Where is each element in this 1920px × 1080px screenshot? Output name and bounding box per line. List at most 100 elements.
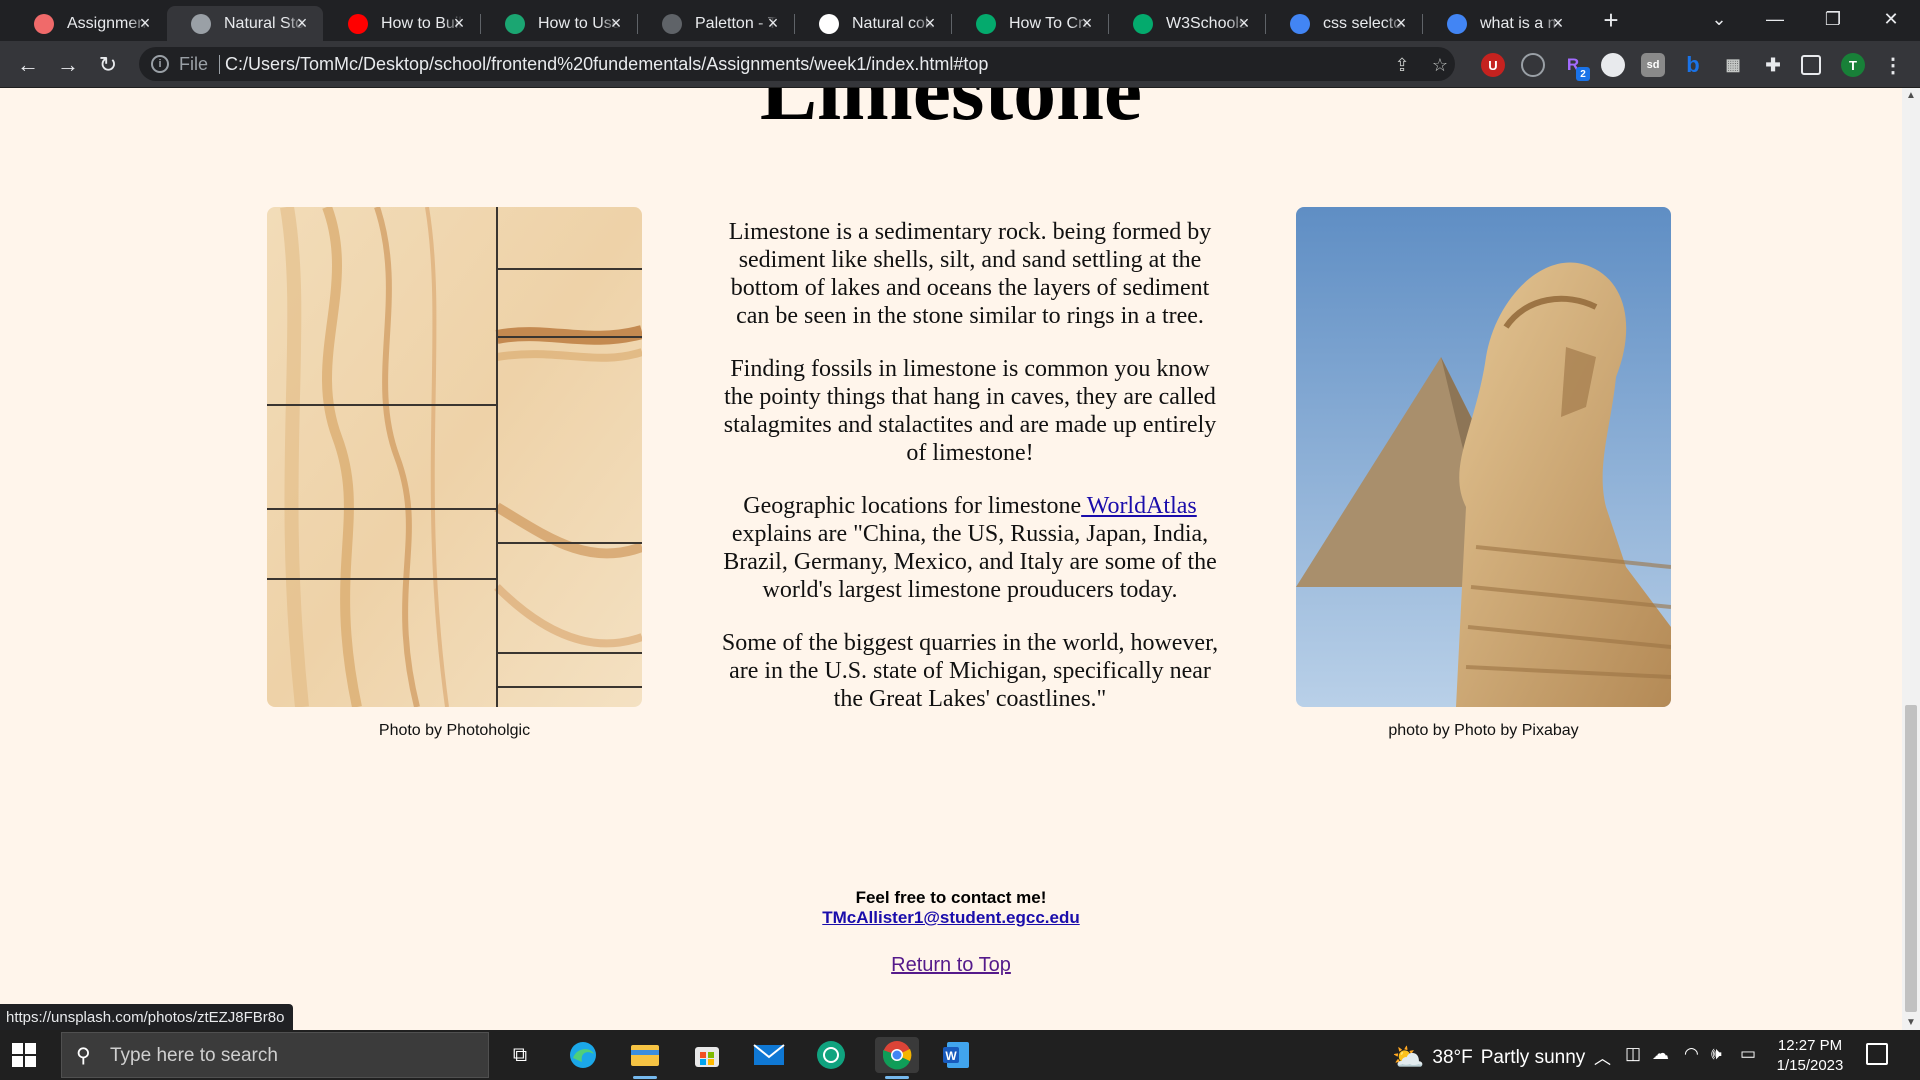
task-view-icon[interactable]: ⧉ — [502, 1037, 538, 1073]
close-tab-icon[interactable]: × — [1078, 14, 1096, 32]
clock-time: 12:27 PM — [1777, 1037, 1843, 1054]
tab-separator — [637, 14, 638, 34]
bing-icon[interactable]: b — [1681, 52, 1705, 77]
active-app-indicator — [633, 1076, 657, 1079]
omnibox-divider — [219, 55, 220, 74]
locations-text-before: Geographic locations for limestone — [743, 493, 1082, 519]
search-icon: ⚲ — [76, 1045, 91, 1067]
extension-badge: 2 — [1576, 67, 1590, 81]
browser-tab[interactable]: Natural Stone× — [167, 6, 323, 41]
extensions-puzzle-icon[interactable]: ✚ — [1761, 53, 1785, 77]
sd-extension-icon[interactable]: sd — [1641, 53, 1665, 77]
paragraph-fossils: Finding fossils in limestone is common y… — [723, 356, 1217, 466]
tab-groups-icon[interactable]: ▦ — [1721, 53, 1745, 77]
browser-tab[interactable]: Assignment × — [10, 6, 166, 41]
back-button[interactable]: ← — [14, 51, 42, 79]
close-tab-icon[interactable]: × — [1549, 14, 1567, 32]
volume-icon[interactable]: 🕪 — [1711, 1044, 1722, 1064]
battery-icon[interactable]: ▭ — [1740, 1044, 1756, 1064]
return-to-top: Return to Top — [0, 954, 1902, 977]
paragraph-formation: Limestone is a sedimentary rock. being f… — [728, 219, 1212, 329]
browser-tab[interactable]: what is a m × — [1423, 6, 1579, 41]
menu-kebab-icon[interactable]: ⋮ — [1881, 53, 1905, 77]
tab-separator — [951, 14, 952, 34]
weather-condition: Partly sunny — [1480, 1046, 1586, 1068]
close-tab-icon[interactable]: × — [921, 14, 939, 32]
minimize-button[interactable]: — — [1760, 6, 1790, 32]
mail-icon[interactable] — [751, 1037, 787, 1073]
arc-extension-icon[interactable] — [1521, 53, 1545, 77]
close-tab-icon[interactable]: × — [450, 14, 468, 32]
profile-avatar[interactable]: T — [1841, 53, 1865, 77]
restore-button[interactable]: ❐ — [1818, 6, 1848, 32]
share-icon[interactable]: ⇪ — [1391, 54, 1413, 76]
notification-center-icon[interactable] — [1866, 1043, 1888, 1065]
tab-separator — [1265, 14, 1266, 34]
file-explorer-icon[interactable] — [627, 1037, 663, 1079]
weather-widget[interactable]: ⛅ 38°F Partly sunny — [1392, 1042, 1585, 1073]
chatgpt-icon[interactable] — [813, 1037, 849, 1073]
reload-button[interactable]: ↻ — [94, 51, 122, 79]
page-scrollbar[interactable]: ▲ ▼ — [1902, 88, 1920, 1030]
contact-email: TMcAllister1@student.egcc.edu — [0, 908, 1902, 928]
tab-search-chevron-icon[interactable]: ⌄ — [1704, 6, 1734, 32]
return-to-top-link[interactable]: Return to Top — [891, 954, 1011, 976]
partly-sunny-icon: ⛅ — [1392, 1042, 1425, 1072]
youtube-icon — [348, 13, 368, 34]
browser-tab[interactable]: Natural colo × — [795, 6, 951, 41]
tab-separator — [794, 14, 795, 34]
onedrive-cloud-icon[interactable]: ☁ — [1652, 1044, 1669, 1064]
close-tab-icon[interactable]: × — [1392, 14, 1410, 32]
browser-tab[interactable]: How to Build × — [324, 6, 480, 41]
word-icon[interactable]: W — [938, 1037, 974, 1073]
tab-separator — [1108, 14, 1109, 34]
taskbar-search-box[interactable]: ⚲ Type here to search — [61, 1032, 489, 1078]
system-clock[interactable]: 12:27 PM 1/15/2023 — [1765, 1036, 1855, 1076]
show-hidden-icons-chevron-icon[interactable]: ︿ — [1594, 1044, 1611, 1069]
ublock-icon[interactable]: U — [1481, 53, 1505, 77]
close-tab-icon[interactable]: × — [136, 14, 154, 32]
sphinx-photo — [1296, 207, 1671, 707]
close-tab-icon[interactable]: × — [607, 14, 625, 32]
url-text[interactable]: C:/Users/TomMc/Desktop/school/frontend%2… — [225, 54, 988, 75]
worldatlas-link[interactable]: WorldAtlas — [1081, 493, 1197, 519]
address-bar[interactable]: i File C:/Users/TomMc/Desktop/school/fro… — [139, 47, 1455, 81]
browser-tab[interactable]: W3Schools × — [1109, 6, 1265, 41]
google-icon — [1447, 13, 1467, 34]
asana-icon — [34, 13, 54, 34]
left-photo-caption: Photo by Photoholgic — [378, 722, 531, 739]
search-placeholder: Type here to search — [110, 1045, 278, 1066]
scroll-up-arrow-icon[interactable]: ▲ — [1906, 90, 1916, 101]
edge-icon[interactable] — [565, 1037, 601, 1073]
hexagon-icon — [505, 13, 525, 34]
browser-tab[interactable]: How to Use × — [481, 6, 637, 41]
scroll-down-arrow-icon[interactable]: ▼ — [1906, 1017, 1916, 1028]
forward-button[interactable]: → — [54, 51, 82, 79]
locations-text-after: explains are "China, the US, Russia, Jap… — [723, 521, 1217, 603]
new-tab-button[interactable]: + — [1598, 7, 1624, 34]
notion-icon — [819, 13, 839, 34]
globe-icon — [191, 13, 211, 34]
bookmark-star-icon[interactable]: ☆ — [1429, 54, 1451, 76]
wifi-icon[interactable]: ◠ — [1684, 1044, 1699, 1064]
browser-tab[interactable]: How To Cre × — [952, 6, 1108, 41]
weather-temperature: 38°F — [1432, 1046, 1473, 1068]
close-window-button[interactable]: ✕ — [1876, 6, 1906, 32]
browser-tab[interactable]: css selector × — [1266, 6, 1422, 41]
email-link[interactable]: TMcAllister1@student.egcc.edu — [822, 908, 1079, 927]
chrome-icon[interactable] — [875, 1037, 919, 1079]
right-photo-caption: photo by Photo by Pixabay — [1388, 722, 1579, 739]
scrollbar-thumb[interactable] — [1905, 705, 1917, 1012]
tab-strip: Assignment×Natural Stone×How to Build×Ho… — [0, 0, 1920, 41]
windows-start-icon[interactable] — [12, 1043, 36, 1067]
site-info-icon[interactable]: i — [151, 55, 169, 73]
meet-now-icon[interactable]: ◫ — [1625, 1044, 1641, 1064]
close-tab-icon[interactable]: × — [1235, 14, 1253, 32]
toggl-icon[interactable] — [1601, 53, 1625, 77]
browser-toolbar: ← → ↻ i File C:/Users/TomMc/Desktop/scho… — [0, 41, 1920, 88]
microsoft-store-icon[interactable] — [689, 1037, 725, 1073]
close-tab-icon[interactable]: × — [293, 14, 311, 32]
browser-tab[interactable]: Paletton - T × — [638, 6, 794, 41]
side-panel-icon[interactable] — [1801, 55, 1821, 75]
close-tab-icon[interactable]: × — [764, 14, 782, 32]
